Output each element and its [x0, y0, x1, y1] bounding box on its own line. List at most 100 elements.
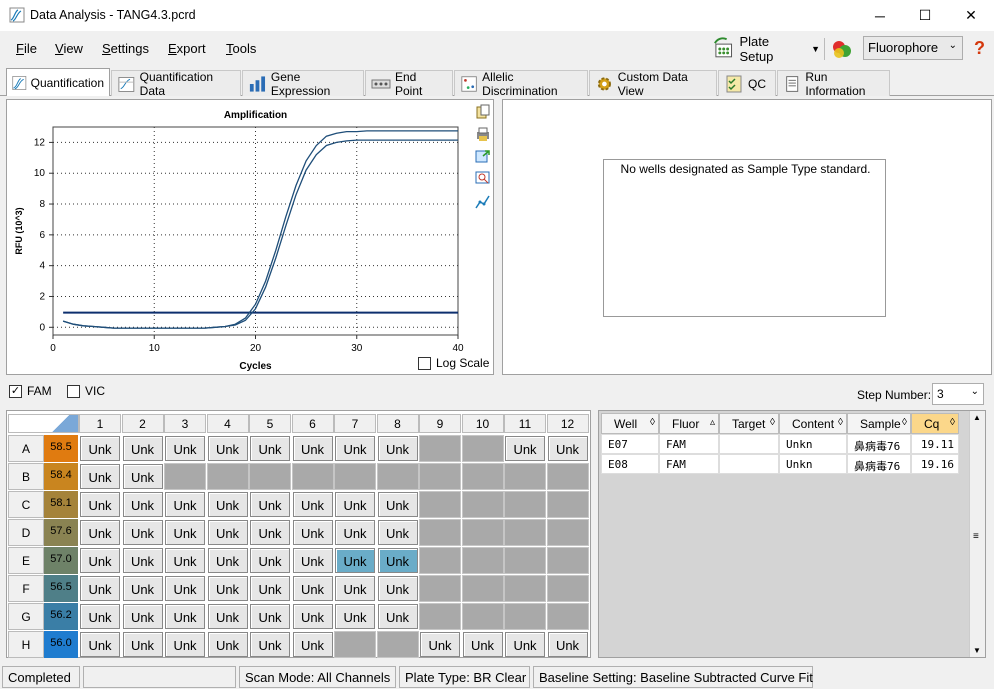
well-H1[interactable]: Unk [80, 632, 120, 657]
well-H4[interactable]: Unk [207, 632, 248, 657]
menu-export[interactable]: Export [168, 41, 206, 56]
column-header-8[interactable]: 8 [376, 414, 419, 433]
well-G3[interactable]: Unk [165, 604, 205, 629]
well-A1[interactable]: Unk [80, 436, 120, 461]
well-G4[interactable]: Unk [207, 604, 248, 629]
table-header-sample[interactable]: Sample ◊ [847, 413, 911, 434]
well-empty[interactable] [461, 491, 504, 518]
well-empty[interactable] [504, 491, 546, 518]
well-B2[interactable]: Unk [122, 464, 163, 489]
well-E2[interactable]: Unk [122, 548, 163, 573]
well-empty[interactable] [249, 463, 291, 490]
well-empty[interactable] [504, 547, 546, 574]
tab-gene-expression[interactable]: Gene Expression [242, 70, 364, 98]
tab-run-information[interactable]: Run Information [777, 70, 890, 98]
table-cell[interactable]: E07 [601, 434, 659, 454]
column-header-10[interactable]: 10 [461, 414, 504, 433]
well-D3[interactable]: Unk [165, 520, 205, 545]
well-D4[interactable]: Unk [207, 520, 248, 545]
table-header-fluor[interactable]: Fluor ▵ [659, 413, 719, 434]
well-A6[interactable]: Unk [292, 436, 333, 461]
column-header-2[interactable]: 2 [121, 414, 164, 433]
row-header-A[interactable]: A [8, 435, 44, 462]
well-F5[interactable]: Unk [250, 576, 290, 601]
menu-settings[interactable]: Settings [102, 41, 149, 56]
table-cell[interactable] [719, 454, 779, 474]
sort-icon[interactable]: ◊ [838, 417, 843, 428]
menu-view[interactable]: View [55, 41, 83, 56]
well-empty[interactable] [376, 631, 419, 658]
column-header-1[interactable]: 1 [79, 414, 121, 433]
well-empty[interactable] [334, 631, 376, 658]
well-G8[interactable]: Unk [377, 604, 418, 629]
sort-icon[interactable]: ◊ [650, 417, 655, 428]
well-empty[interactable] [546, 519, 589, 546]
well-F4[interactable]: Unk [207, 576, 248, 601]
row-header-F[interactable]: F [8, 575, 44, 602]
log-scale-checkbox[interactable] [418, 356, 431, 370]
menu-tools[interactable]: Tools [226, 41, 256, 56]
scroll-down-icon[interactable]: ▼ [973, 646, 981, 655]
well-A8[interactable]: Unk [377, 436, 418, 461]
well-empty[interactable] [419, 603, 461, 630]
close-button[interactable]: ✕ [948, 0, 994, 31]
well-D2[interactable]: Unk [122, 520, 163, 545]
scroll-up-icon[interactable]: ▲ [973, 413, 981, 422]
well-D5[interactable]: Unk [250, 520, 290, 545]
well-empty[interactable] [546, 547, 589, 574]
tab-quantification-data[interactable]: Quantification Data [111, 70, 241, 98]
table-header-well[interactable]: Well ◊ [601, 413, 659, 434]
well-G7[interactable]: Unk [335, 604, 375, 629]
column-header-5[interactable]: 5 [249, 414, 291, 433]
well-empty[interactable] [419, 435, 461, 462]
plate-setup-button[interactable]: Plate Setup ▼ [712, 34, 820, 64]
help-icon[interactable]: ? [974, 38, 985, 59]
well-A3[interactable]: Unk [165, 436, 205, 461]
sort-icon[interactable]: ◊ [902, 417, 907, 428]
well-empty[interactable] [461, 519, 504, 546]
well-E5[interactable]: Unk [250, 548, 290, 573]
sort-icon[interactable]: ▵ [710, 417, 715, 428]
vic-toggle[interactable]: VIC [67, 384, 105, 398]
well-F6[interactable]: Unk [292, 576, 333, 601]
well-empty[interactable] [419, 575, 461, 602]
well-empty[interactable] [504, 603, 546, 630]
well-empty[interactable] [376, 463, 419, 490]
well-C4[interactable]: Unk [207, 492, 248, 517]
well-empty[interactable] [546, 463, 589, 490]
well-D1[interactable]: Unk [80, 520, 120, 545]
table-cell[interactable]: 19.11 [911, 434, 959, 454]
well-H2[interactable]: Unk [122, 632, 163, 657]
well-D7[interactable]: Unk [335, 520, 375, 545]
print-icon[interactable] [475, 126, 491, 142]
well-C6[interactable]: Unk [292, 492, 333, 517]
well-C3[interactable]: Unk [165, 492, 205, 517]
fluorophore-select[interactable]: Fluorophore ⌄ [863, 36, 963, 60]
column-header-6[interactable]: 6 [291, 414, 334, 433]
tab-quantification[interactable]: Quantification [6, 68, 110, 96]
well-empty[interactable] [419, 491, 461, 518]
row-header-G[interactable]: G [8, 603, 44, 630]
column-header-11[interactable]: 11 [504, 414, 546, 433]
table-header-target[interactable]: Target ◊ [719, 413, 779, 434]
well-F8[interactable]: Unk [377, 576, 418, 601]
vic-checkbox[interactable] [67, 384, 80, 398]
well-A4[interactable]: Unk [207, 436, 248, 461]
well-H12[interactable]: Unk [547, 632, 588, 657]
well-E7[interactable]: Unk [335, 548, 375, 573]
maximize-button[interactable]: ☐ [902, 0, 948, 31]
plate-corner[interactable] [8, 414, 79, 433]
well-E3[interactable]: Unk [165, 548, 205, 573]
well-F3[interactable]: Unk [165, 576, 205, 601]
table-cell[interactable]: Unkn [779, 434, 847, 454]
well-E6[interactable]: Unk [292, 548, 333, 573]
table-cell[interactable]: E08 [601, 454, 659, 474]
well-A12[interactable]: Unk [547, 436, 588, 461]
menu-file[interactable]: File [16, 41, 37, 56]
well-empty[interactable] [419, 547, 461, 574]
row-header-E[interactable]: E [8, 547, 44, 574]
well-C1[interactable]: Unk [80, 492, 120, 517]
well-empty[interactable] [461, 463, 504, 490]
fam-checkbox[interactable]: ✓ [9, 384, 22, 398]
well-empty[interactable] [206, 463, 249, 490]
